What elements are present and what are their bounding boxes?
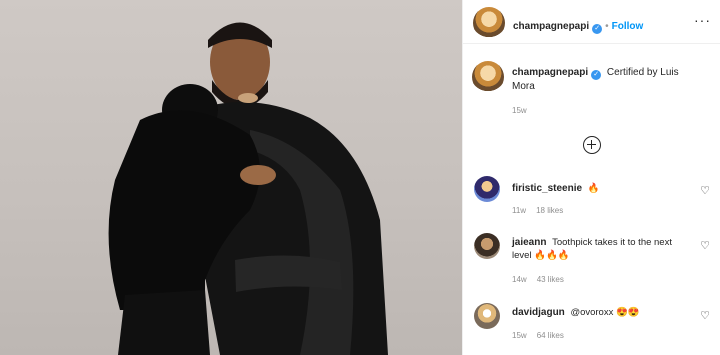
verified-badge-icon: ✓: [592, 24, 603, 34]
commenter-avatar[interactable]: [474, 233, 500, 259]
caption-author-avatar[interactable]: [472, 61, 504, 93]
heart-icon[interactable]: ♡: [700, 184, 710, 197]
comment-text-block: jaieann Toothpick takes it to the next l…: [512, 236, 687, 262]
comment-meta: 15w 64 likes: [512, 331, 564, 340]
caption-block: champagnepapi ✓ Certified by Luis Mora 15…: [472, 60, 712, 120]
separator-dot: •: [605, 21, 609, 32]
caption-username[interactable]: champagnepapi: [512, 67, 588, 78]
author-username[interactable]: champagnepapi: [513, 21, 589, 32]
post-photo[interactable]: [0, 0, 462, 355]
comment-item: davidjagun @ovoroxx 😍😍 ♡ 15w 64 likes: [474, 303, 714, 349]
comment-username[interactable]: davidjagun: [512, 307, 565, 318]
post-header: champagnepapi ✓ • Follow ···: [463, 0, 720, 44]
heart-icon[interactable]: ♡: [700, 239, 710, 252]
comment-text: @ovoroxx 😍😍: [570, 307, 640, 318]
heart-icon[interactable]: ♡: [700, 309, 710, 322]
comment-likes[interactable]: 43 likes: [537, 275, 564, 284]
author-avatar[interactable]: [473, 7, 505, 39]
comment-age: 14w: [512, 275, 527, 284]
comment-item: firistic_steenie 🔥 ♡ 11w 18 likes: [474, 176, 714, 216]
comment-text-block: davidjagun @ovoroxx 😍😍: [512, 306, 687, 319]
caption-text-block: champagnepapi ✓ Certified by Luis Mora: [512, 66, 702, 93]
comment-age: 11w: [512, 206, 527, 215]
header-meta: champagnepapi ✓ • Follow: [513, 16, 643, 34]
comment-meta: 14w 43 likes: [512, 275, 564, 284]
follow-button[interactable]: Follow: [612, 21, 644, 32]
comment-age: 15w: [512, 331, 527, 340]
comment-text: 🔥: [587, 183, 600, 194]
comment-meta: 11w 18 likes: [512, 206, 563, 215]
comment-username[interactable]: jaieann: [512, 237, 546, 248]
photo-illustration: [108, 22, 388, 355]
caption-age: 15w: [512, 106, 527, 115]
comment-likes[interactable]: 18 likes: [536, 206, 563, 215]
comment-item: jaieann Toothpick takes it to the next l…: [474, 233, 714, 289]
verified-badge-icon: ✓: [591, 70, 602, 80]
plus-circle-icon[interactable]: [583, 136, 601, 154]
comment-username[interactable]: firistic_steenie: [512, 183, 582, 194]
commenter-avatar[interactable]: [474, 303, 500, 329]
commenter-avatar[interactable]: [474, 176, 500, 202]
instagram-post: champagnepapi ✓ • Follow ··· champagnepapi ✓…: [0, 0, 720, 355]
comment-likes[interactable]: 64 likes: [537, 331, 564, 340]
more-options-icon[interactable]: ···: [694, 12, 711, 28]
comment-text-block: firistic_steenie 🔥: [512, 182, 687, 195]
